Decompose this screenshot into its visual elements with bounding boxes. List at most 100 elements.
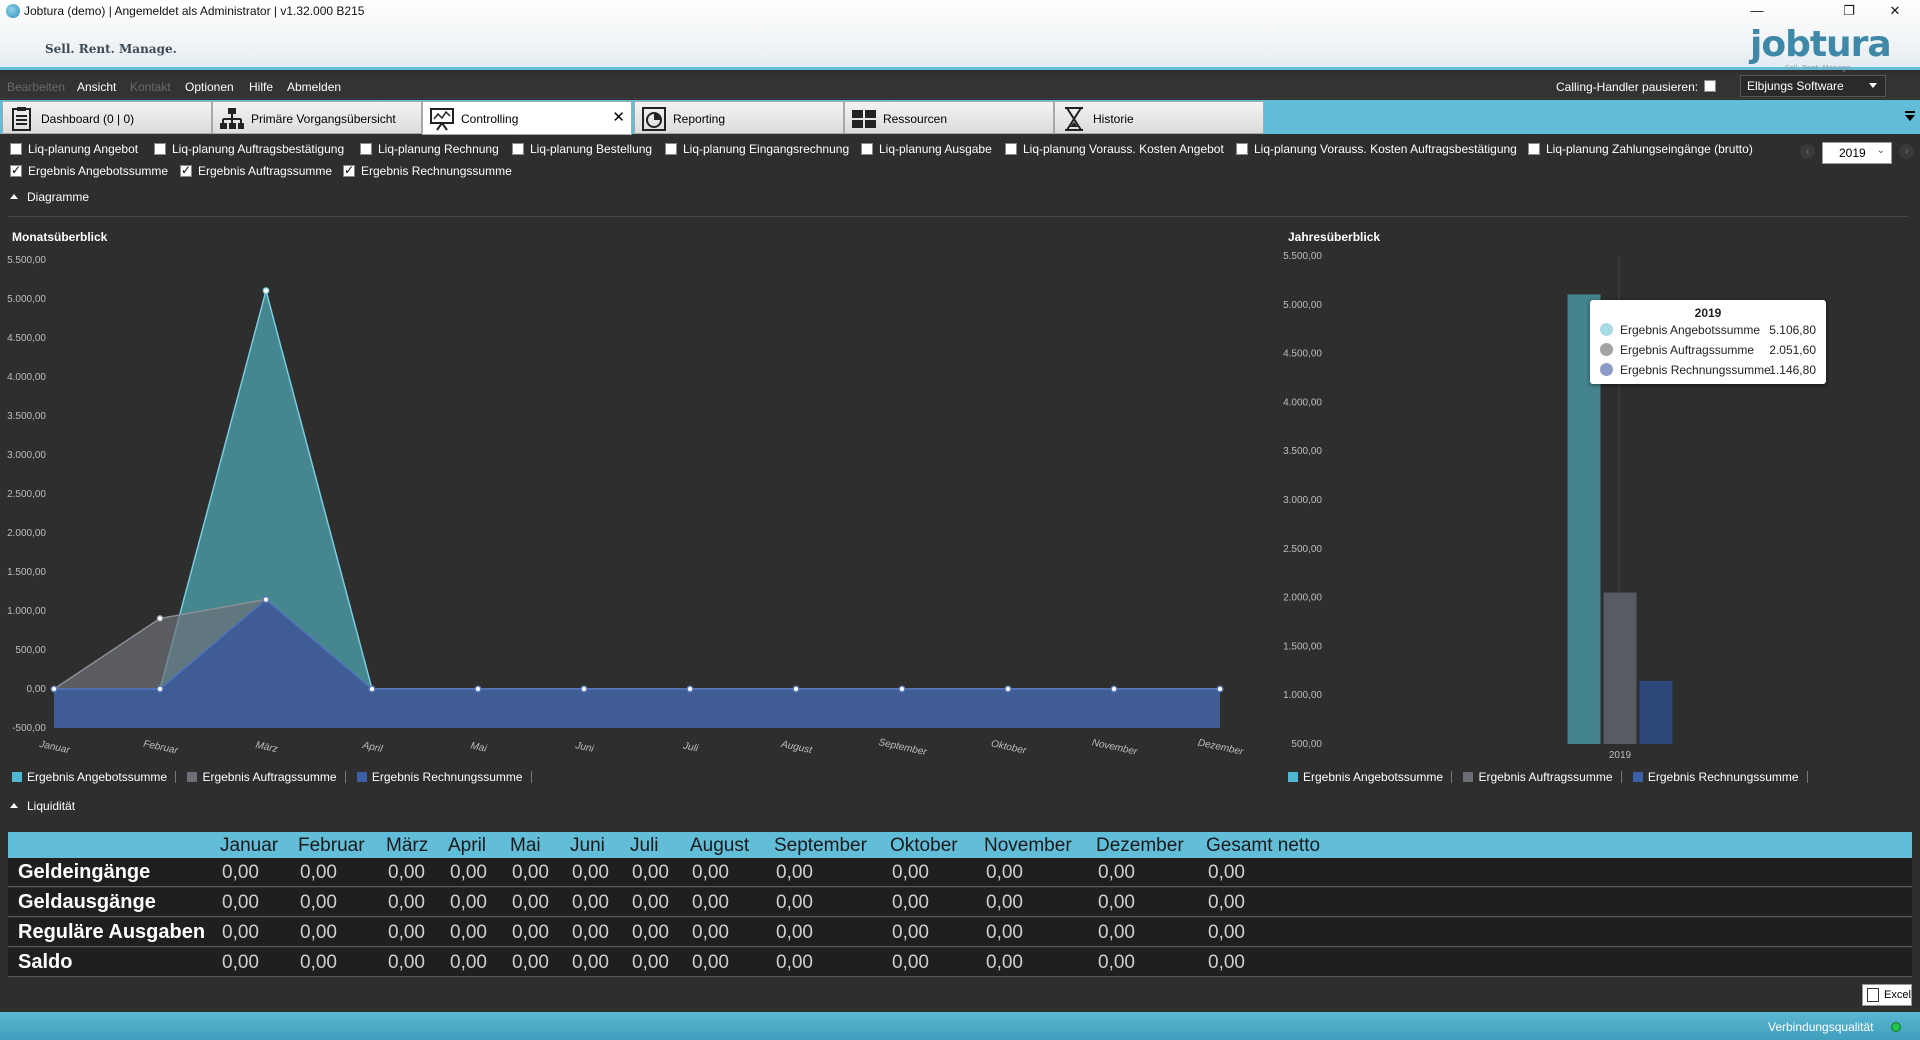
column-header: Gesamt netto	[1206, 835, 1321, 856]
y-tick-label: 5.500,00	[7, 255, 46, 266]
tab-primaere-vorgangsuebersicht[interactable]: Primäre Vorgangsübersicht	[212, 101, 422, 134]
data-point	[50, 685, 58, 693]
restore-button[interactable]: ❐	[1826, 0, 1872, 22]
checkbox[interactable]	[1005, 143, 1017, 155]
legend-item-auftragssumme[interactable]: Ergebnis Auftragssumme	[187, 770, 337, 784]
legend-item-angebotssumme[interactable]: Ergebnis Angebotssumme	[12, 770, 167, 784]
filter-liq-zahlungseingaenge[interactable]: Liq-planung Zahlungseingänge (brutto)	[1528, 142, 1753, 156]
tooltip-row: Ergebnis Rechnungssumme 1.146,80	[1600, 362, 1816, 378]
column-header: August	[690, 835, 750, 856]
table-row[interactable]: Geldeingänge 0,00 0,00 0,00 0,00 0,00 0,00 0,00…	[8, 858, 1912, 887]
y-tick-label: 4.500,00	[7, 333, 46, 344]
menu-bearbeiten[interactable]: Bearbeiten	[7, 80, 65, 94]
y-tick-label: 5.500,00	[1283, 251, 1322, 262]
table-cell: 0,00	[692, 952, 729, 973]
legend-item-auftragssumme[interactable]: Ergebnis Auftragssumme	[1463, 770, 1613, 784]
checkbox[interactable]	[343, 163, 355, 177]
checkbox[interactable]	[861, 143, 873, 155]
minimize-button[interactable]: —	[1734, 0, 1780, 22]
menu-kontakt[interactable]: Kontakt	[130, 80, 171, 94]
filter-label: Liq-planung Rechnung	[378, 142, 499, 156]
section-liquiditaet-toggle[interactable]: Liquidität	[10, 799, 75, 813]
tab-historie[interactable]: Historie	[1054, 101, 1264, 134]
data-point	[262, 287, 270, 295]
checkbox[interactable]	[10, 143, 22, 155]
filter-ergebnis-rechnungssumme[interactable]: Ergebnis Rechnungssumme	[343, 163, 512, 178]
legend-item-angebotssumme[interactable]: Ergebnis Angebotssumme	[1288, 770, 1443, 784]
checkbox[interactable]	[512, 143, 524, 155]
section-diagramme-toggle[interactable]: Diagramme	[10, 190, 89, 204]
filter-label: Liq-planung Vorauss. Kosten Auftragsbest…	[1254, 142, 1517, 156]
close-window-button[interactable]: ✕	[1872, 0, 1918, 22]
excel-button-label: Excel	[1884, 989, 1911, 1001]
menu-ansicht[interactable]: Ansicht	[77, 80, 116, 94]
checkbox[interactable]	[360, 143, 372, 155]
table-cell: 0,00	[1098, 892, 1135, 913]
collapse-arrow-icon	[10, 803, 18, 808]
filter-liq-vorauss-kosten-angebot[interactable]: Liq-planung Vorauss. Kosten Angebot	[1005, 142, 1224, 156]
chevron-down-icon	[1869, 83, 1877, 88]
column-header: November	[984, 835, 1072, 856]
monthly-area-chart[interactable]: 5.500,00 5.000,00 4.500,00 4.000,00 3.500,00…	[0, 244, 1280, 764]
excel-export-button[interactable]: Excel	[1862, 984, 1912, 1006]
menu-abmelden[interactable]: Abmelden	[287, 80, 341, 94]
year-select[interactable]: 2019 ⌄	[1822, 142, 1892, 164]
table-cell: 0,00	[450, 892, 487, 913]
close-icon[interactable]: ✕	[612, 108, 625, 126]
yearly-chart-tooltip: 2019 Ergebnis Angebotssumme 5.106,80 Erge…	[1590, 300, 1826, 384]
checkbox[interactable]	[180, 163, 192, 177]
series-filter-bar: Liq-planung Angebot Liq-planung Auftrags…	[0, 136, 1920, 184]
menu-optionen[interactable]: Optionen	[185, 80, 234, 94]
x-tick-label: Oktober	[990, 738, 1028, 756]
table-row[interactable]: Reguläre Ausgaben 0,00 0,00 0,00 0,00 0,00 0,0…	[8, 918, 1912, 947]
y-tick-label: 2.000,00	[1283, 593, 1322, 604]
tooltip-value: 2.051,60	[1769, 343, 1816, 357]
tab-overflow-icon[interactable]	[1904, 110, 1916, 122]
resources-icon	[852, 110, 876, 128]
checkbox[interactable]	[154, 143, 166, 155]
filter-liq-eingangsrechnung[interactable]: Liq-planung Eingangsrechnung	[665, 142, 849, 156]
table-cell: 0,00	[300, 892, 337, 913]
year-prev-button[interactable]: ‹	[1800, 144, 1815, 159]
column-header: September	[774, 835, 867, 856]
table-cell: 0,00	[512, 892, 549, 913]
column-header: Oktober	[890, 835, 958, 856]
filter-liq-ausgabe[interactable]: Liq-planung Ausgabe	[861, 142, 992, 156]
table-cell: 0,00	[632, 922, 669, 943]
table-row[interactable]: Saldo 0,00 0,00 0,00 0,00 0,00 0,00 0,00 0,00 0,0…	[8, 948, 1912, 977]
checkbox[interactable]	[10, 163, 22, 177]
filter-liq-rechnung[interactable]: Liq-planung Rechnung	[360, 142, 499, 156]
tab-strip: Dashboard (0 | 0) Primäre Vorgangsübersi…	[0, 100, 1920, 135]
menu-hilfe[interactable]: Hilfe	[249, 80, 273, 94]
row-label: Saldo	[18, 951, 73, 973]
company-select[interactable]: Elbjungs Software	[1740, 75, 1886, 97]
tab-controlling[interactable]: Controlling ✕	[422, 101, 632, 135]
filter-liq-vorauss-kosten-auftrag[interactable]: Liq-planung Vorauss. Kosten Auftragsbest…	[1236, 142, 1517, 156]
legend-separator	[530, 771, 532, 783]
filter-liq-auftragsbestaetigung[interactable]: Liq-planung Auftragsbestätigung	[154, 142, 344, 156]
tab-dashboard[interactable]: Dashboard (0 | 0)	[2, 101, 212, 134]
legend-separator	[1620, 771, 1622, 783]
tab-reporting[interactable]: Reporting	[634, 101, 844, 134]
checkbox[interactable]	[1528, 143, 1540, 155]
filter-ergebnis-angebotssumme[interactable]: Ergebnis Angebotssumme	[10, 163, 168, 178]
calling-handler-checkbox[interactable]	[1704, 80, 1716, 92]
legend-item-rechnungssumme[interactable]: Ergebnis Rechnungssumme	[1632, 770, 1799, 784]
legend-item-rechnungssumme[interactable]: Ergebnis Rechnungssumme	[356, 770, 523, 784]
tab-ressourcen[interactable]: Ressourcen	[844, 101, 1054, 134]
filter-liq-angebot[interactable]: Liq-planung Angebot	[10, 142, 138, 156]
table-cell: 0,00	[572, 922, 609, 943]
x-tick-label: Juli	[681, 740, 700, 754]
checkbox[interactable]	[665, 143, 677, 155]
tooltip-name: Ergebnis Angebotssumme	[1620, 323, 1761, 337]
logo-text: jobtura	[1750, 24, 1892, 65]
table-row[interactable]: Geldausgänge 0,00 0,00 0,00 0,00 0,00 0,00 0,00…	[8, 888, 1912, 917]
table-cell: 0,00	[512, 952, 549, 973]
filter-ergebnis-auftragssumme[interactable]: Ergebnis Auftragssumme	[180, 163, 332, 178]
data-point	[1004, 685, 1012, 693]
filter-liq-bestellung[interactable]: Liq-planung Bestellung	[512, 142, 652, 156]
checkbox[interactable]	[1236, 143, 1248, 155]
tab-label: Historie	[1093, 112, 1134, 126]
jobtura-logo: jobtura Sell. Rent. Manage.	[1750, 24, 1892, 72]
year-next-button[interactable]: ›	[1899, 144, 1914, 159]
